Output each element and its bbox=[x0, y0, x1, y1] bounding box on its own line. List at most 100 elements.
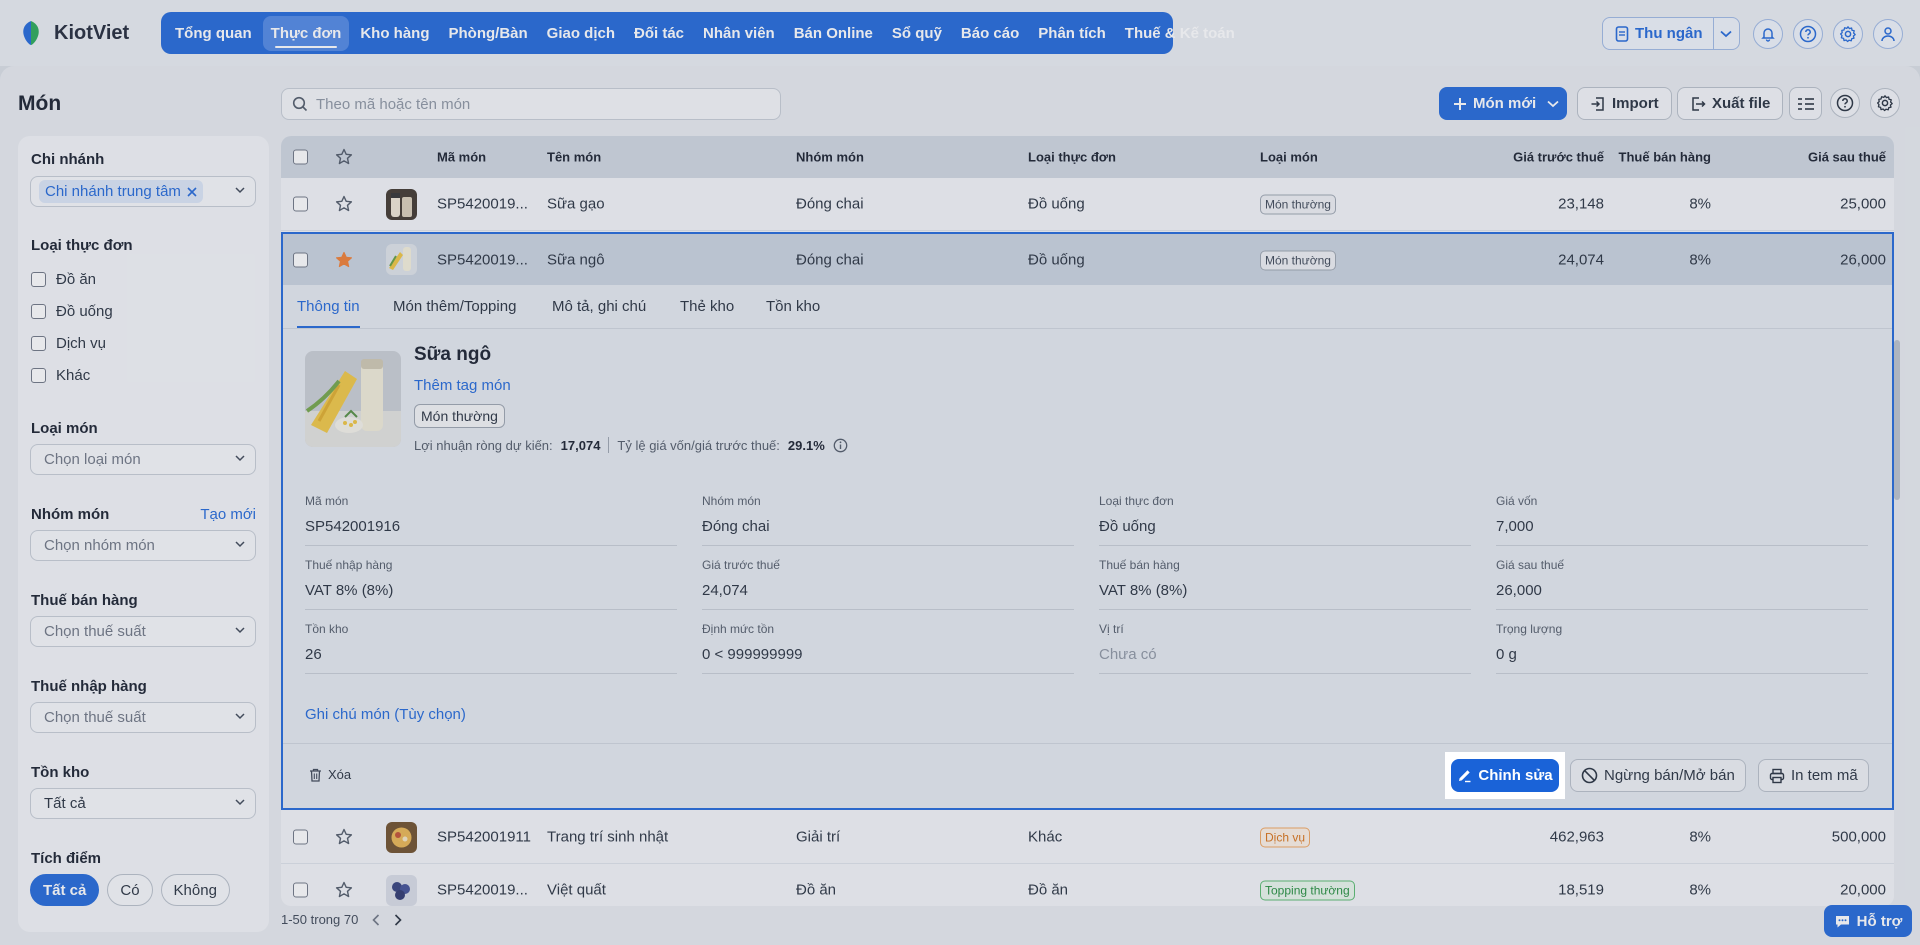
checkbox[interactable] bbox=[31, 368, 46, 383]
table-row[interactable]: SP5420019... Sữa gạo Đóng chai Đồ uống M… bbox=[281, 178, 1894, 231]
cashier-button[interactable]: Thu ngân bbox=[1602, 17, 1740, 50]
pagination-info: 1-50 trong 70 bbox=[281, 912, 359, 927]
nav-item-bao-cao[interactable]: Báo cáo bbox=[953, 16, 1027, 51]
field-value: 26 bbox=[305, 646, 322, 663]
item-group-select[interactable]: Chọn nhóm món bbox=[30, 530, 256, 561]
import-button[interactable]: Import bbox=[1577, 87, 1672, 120]
close-icon[interactable] bbox=[187, 186, 197, 197]
new-item-button[interactable]: Món mới bbox=[1439, 87, 1567, 120]
search-box[interactable] bbox=[281, 88, 781, 120]
nav-item-giao-dich[interactable]: Giao dịch bbox=[539, 16, 623, 51]
points-option-yes[interactable]: Có bbox=[107, 874, 153, 906]
account-button[interactable] bbox=[1873, 19, 1903, 49]
points-option-all[interactable]: Tất cả bbox=[30, 874, 100, 906]
edit-button[interactable]: Chỉnh sửa bbox=[1451, 759, 1559, 792]
tab-inventory[interactable]: Tồn kho bbox=[766, 298, 820, 315]
page-settings-button[interactable] bbox=[1870, 88, 1900, 118]
tab-info[interactable]: Thông tin bbox=[297, 298, 360, 328]
column-header-group[interactable]: Nhóm món bbox=[796, 150, 864, 165]
column-header-code[interactable]: Mã món bbox=[437, 150, 486, 165]
row-checkbox[interactable] bbox=[293, 252, 308, 267]
item-type-select[interactable]: Chọn loại món bbox=[30, 444, 256, 475]
column-header-pre-tax[interactable]: Giá trước thuế bbox=[1513, 150, 1604, 165]
item-pre-tax: 24,074 bbox=[1558, 251, 1604, 268]
add-tag-link[interactable]: Thêm tag món bbox=[414, 377, 511, 394]
nav-item-doi-tac[interactable]: Đối tác bbox=[626, 16, 692, 51]
select-all-checkbox[interactable] bbox=[293, 149, 308, 165]
print-label-button[interactable]: In tem mã bbox=[1758, 759, 1869, 792]
menu-type-option-do-uong[interactable]: Đồ uống bbox=[31, 303, 113, 320]
branch-select[interactable]: Chi nhánh trung tâm bbox=[30, 176, 256, 207]
item-menu-type: Đồ uống bbox=[1028, 195, 1085, 213]
menu-type-option-do-an[interactable]: Đồ ăn bbox=[31, 271, 96, 288]
nav-item-so-quy[interactable]: Sổ quỹ bbox=[884, 16, 950, 51]
nav-item-phong-ban[interactable]: Phòng/Bàn bbox=[441, 16, 536, 51]
page-help-button[interactable] bbox=[1830, 88, 1860, 118]
points-option-no[interactable]: Không bbox=[160, 874, 230, 906]
table-row[interactable]: SP542001911 Trang trí sinh nhật Giải trí… bbox=[281, 811, 1894, 864]
star-filled-icon[interactable] bbox=[335, 251, 353, 269]
nav-item-ban-online[interactable]: Bán Online bbox=[786, 16, 881, 51]
item-type-badge: Món thường bbox=[1260, 250, 1336, 270]
info-icon[interactable] bbox=[833, 438, 848, 453]
nav-item-phan-tich[interactable]: Phân tích bbox=[1030, 16, 1114, 51]
support-label: Hỗ trợ bbox=[1856, 912, 1903, 930]
nav-item-thuc-don[interactable]: Thực đơn bbox=[262, 15, 350, 51]
item-menu-type: Khác bbox=[1028, 828, 1063, 846]
column-header-type[interactable]: Loại món bbox=[1260, 150, 1318, 165]
row-checkbox[interactable] bbox=[293, 882, 308, 898]
field-value: Đồ uống bbox=[1099, 518, 1156, 535]
checkbox[interactable] bbox=[31, 272, 46, 287]
create-group-link[interactable]: Tạo mới bbox=[200, 506, 256, 523]
star-icon[interactable] bbox=[335, 881, 353, 899]
notification-button[interactable] bbox=[1753, 19, 1783, 49]
stock-filter-label: Tồn kho bbox=[31, 764, 90, 781]
delete-button[interactable]: Xóa bbox=[309, 767, 351, 782]
checkbox[interactable] bbox=[31, 304, 46, 319]
field-label: Giá vốn bbox=[1496, 494, 1538, 508]
tab-stock-card[interactable]: Thẻ kho bbox=[680, 298, 734, 315]
column-layout-button[interactable] bbox=[1789, 87, 1822, 120]
nav-item-tong-quan[interactable]: Tổng quan bbox=[167, 16, 260, 51]
option-label: Khác bbox=[56, 367, 91, 384]
stock-select[interactable]: Tất cả bbox=[30, 788, 256, 819]
tab-description[interactable]: Mô tả, ghi chú bbox=[552, 298, 646, 315]
table-row[interactable]: SP5420019... Việt quất Đồ ăn Đồ ăn Toppi… bbox=[281, 864, 1894, 906]
menu-type-option-dich-vu[interactable]: Dịch vụ bbox=[31, 335, 106, 352]
star-icon[interactable] bbox=[335, 195, 353, 213]
import-tax-select[interactable]: Chọn thuế suất bbox=[30, 702, 256, 733]
table-scrollbar[interactable] bbox=[1894, 340, 1900, 500]
pencil-icon bbox=[1459, 770, 1471, 783]
menu-type-option-khac[interactable]: Khác bbox=[31, 367, 90, 384]
sales-tax-select[interactable]: Chọn thuế suất bbox=[30, 616, 256, 647]
profit-summary: Lợi nhuận ròng dự kiến: 17,074 Tỷ lệ giá… bbox=[414, 437, 848, 453]
item-note-link[interactable]: Ghi chú món (Tùy chọn) bbox=[305, 706, 466, 723]
item-thumbnail bbox=[386, 822, 417, 853]
column-header-menu-type[interactable]: Loại thực đơn bbox=[1028, 150, 1116, 165]
cashier-dropdown[interactable] bbox=[1714, 30, 1740, 38]
chevron-right-icon[interactable] bbox=[394, 913, 402, 926]
stop-sell-button[interactable]: Ngừng bán/Mở bán bbox=[1570, 759, 1746, 792]
row-checkbox[interactable] bbox=[293, 196, 308, 212]
star-icon[interactable] bbox=[335, 828, 353, 846]
selected-table-row[interactable]: SP5420019... Sữa ngô Đóng chai Đồ uống M… bbox=[283, 234, 1892, 285]
help-button[interactable] bbox=[1793, 19, 1823, 49]
export-button[interactable]: Xuất file bbox=[1677, 87, 1784, 120]
nav-item-nhan-vien[interactable]: Nhân viên bbox=[695, 16, 783, 51]
tab-topping[interactable]: Món thêm/Topping bbox=[393, 298, 516, 315]
search-input[interactable] bbox=[316, 95, 756, 113]
settings-button[interactable] bbox=[1833, 19, 1863, 49]
app-logo[interactable]: KiotViet bbox=[16, 18, 129, 48]
column-header-sales-tax[interactable]: Thuế bán hàng bbox=[1619, 150, 1711, 165]
support-button[interactable]: Hỗ trợ bbox=[1824, 905, 1912, 937]
new-item-dropdown[interactable] bbox=[1539, 100, 1567, 108]
chevron-left-icon[interactable] bbox=[372, 913, 380, 926]
row-checkbox[interactable] bbox=[293, 829, 308, 845]
star-column-icon[interactable] bbox=[335, 148, 353, 166]
nav-item-kho-hang[interactable]: Kho hàng bbox=[352, 16, 437, 51]
field-label: Thuế nhập hàng bbox=[305, 558, 393, 572]
column-header-name[interactable]: Tên món bbox=[547, 150, 601, 165]
checkbox[interactable] bbox=[31, 336, 46, 351]
nav-item-thue-ke-toan[interactable]: Thuế & Kế toán bbox=[1117, 16, 1243, 51]
column-header-post-tax[interactable]: Giá sau thuế bbox=[1808, 150, 1886, 165]
